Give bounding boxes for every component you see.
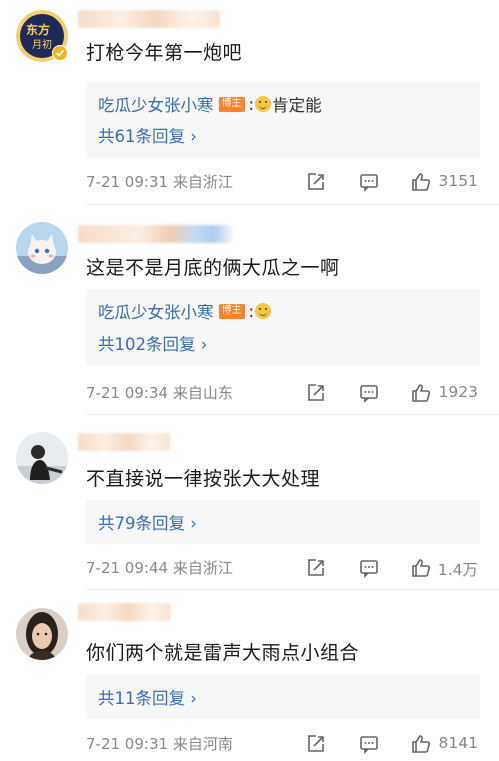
username-blurred[interactable] [78,433,170,451]
reply-colon: : [248,94,255,114]
svg-text:月初: 月初 [32,38,52,51]
comment-icon[interactable] [358,382,380,404]
svg-text:东方: 东方 [26,22,50,37]
like-count: 3151 [438,172,478,190]
comment-item: 不直接说一律按张大大处理 共79条回复 › 7-21 09:44 来自浙江 1.… [0,415,499,590]
like-count: 1923 [438,383,478,401]
comment-icon[interactable] [358,733,380,755]
comment-meta: 7-21 09:34 来自山东 1923 [86,382,480,404]
comment-meta: 7-21 09:31 来自浙江 3151 [86,171,480,193]
like-count: 8141 [438,734,478,752]
reply-preview-box[interactable]: 吃瓜少女张小寒 博主 : 肯定能 共61条回复 › [86,82,480,158]
thumbs-up-icon[interactable] [410,557,432,579]
avatar[interactable] [16,222,68,274]
username-blurred[interactable] [78,603,170,621]
thumbs-up-icon[interactable] [410,171,432,193]
verified-badge-icon [52,45,68,61]
author-badge: 博主 [218,303,245,319]
reply-count-link[interactable]: 共79条回复 › [98,510,197,534]
reply-preview[interactable]: 吃瓜少女张小寒 博主 : 肯定能 [98,92,322,116]
reply-preview-box[interactable]: 吃瓜少女张小寒 博主 : 共102条回复 › [86,289,480,365]
thumbs-up-icon[interactable] [410,733,432,755]
comment-item: 这是不是月底的俩大瓜之一啊 吃瓜少女张小寒 博主 : 共102条回复 › 7-2… [0,205,499,415]
comment-time: 7-21 09:31 来自浙江 [86,173,233,191]
comment-text: 不直接说一律按张大大处理 [86,468,321,490]
smile-emoji-icon [255,96,272,112]
username-blurred[interactable] [78,10,220,28]
reply-author[interactable]: 吃瓜少女张小寒 [98,299,214,323]
share-icon[interactable] [305,382,327,404]
smile-emoji-icon [255,303,272,319]
share-icon[interactable] [305,171,327,193]
comment-icon[interactable] [358,557,380,579]
comment-text: 打枪今年第一炮吧 [86,42,243,64]
comment-time: 7-21 09:31 来自河南 [86,735,233,753]
share-icon[interactable] [305,733,327,755]
comment-meta: 7-21 09:31 来自河南 8141 [86,733,480,755]
author-badge: 博主 [218,96,245,112]
comment-text: 你们两个就是雷声大雨点小组合 [86,642,360,664]
avatar[interactable] [16,608,68,660]
reply-author[interactable]: 吃瓜少女张小寒 [98,92,214,116]
reply-count-link[interactable]: 共61条回复 › [98,123,197,147]
comment-text: 这是不是月底的俩大瓜之一啊 [86,257,340,279]
reply-count-link[interactable]: 共11条回复 › [98,685,197,709]
comment-time: 7-21 09:44 来自浙江 [86,559,233,577]
username-blurred[interactable] [78,225,232,243]
comment-meta: 7-21 09:44 来自浙江 1.4万 [86,557,480,579]
share-icon[interactable] [305,557,327,579]
like-count: 1.4万 [437,561,478,579]
reply-preview-box[interactable]: 共11条回复 › [86,675,480,719]
comment-item: 你们两个就是雷声大雨点小组合 共11条回复 › 7-21 09:31 来自河南 … [0,590,499,761]
reply-text: 肯定能 [272,96,322,115]
reply-colon: : [248,301,255,321]
reply-preview[interactable]: 吃瓜少女张小寒 博主 : [98,299,272,323]
comment-icon[interactable] [358,171,380,193]
reply-preview-box[interactable]: 共79条回复 › [86,500,480,544]
comment-item: 东方 月初 打枪今年第一炮吧 吃瓜少女张小寒 博主 : 肯定能 共61条回复 ›… [0,0,499,205]
avatar[interactable] [16,432,68,484]
reply-count-link[interactable]: 共102条回复 › [98,331,207,355]
comment-time: 7-21 09:34 来自山东 [86,384,233,402]
thumbs-up-icon[interactable] [410,382,432,404]
